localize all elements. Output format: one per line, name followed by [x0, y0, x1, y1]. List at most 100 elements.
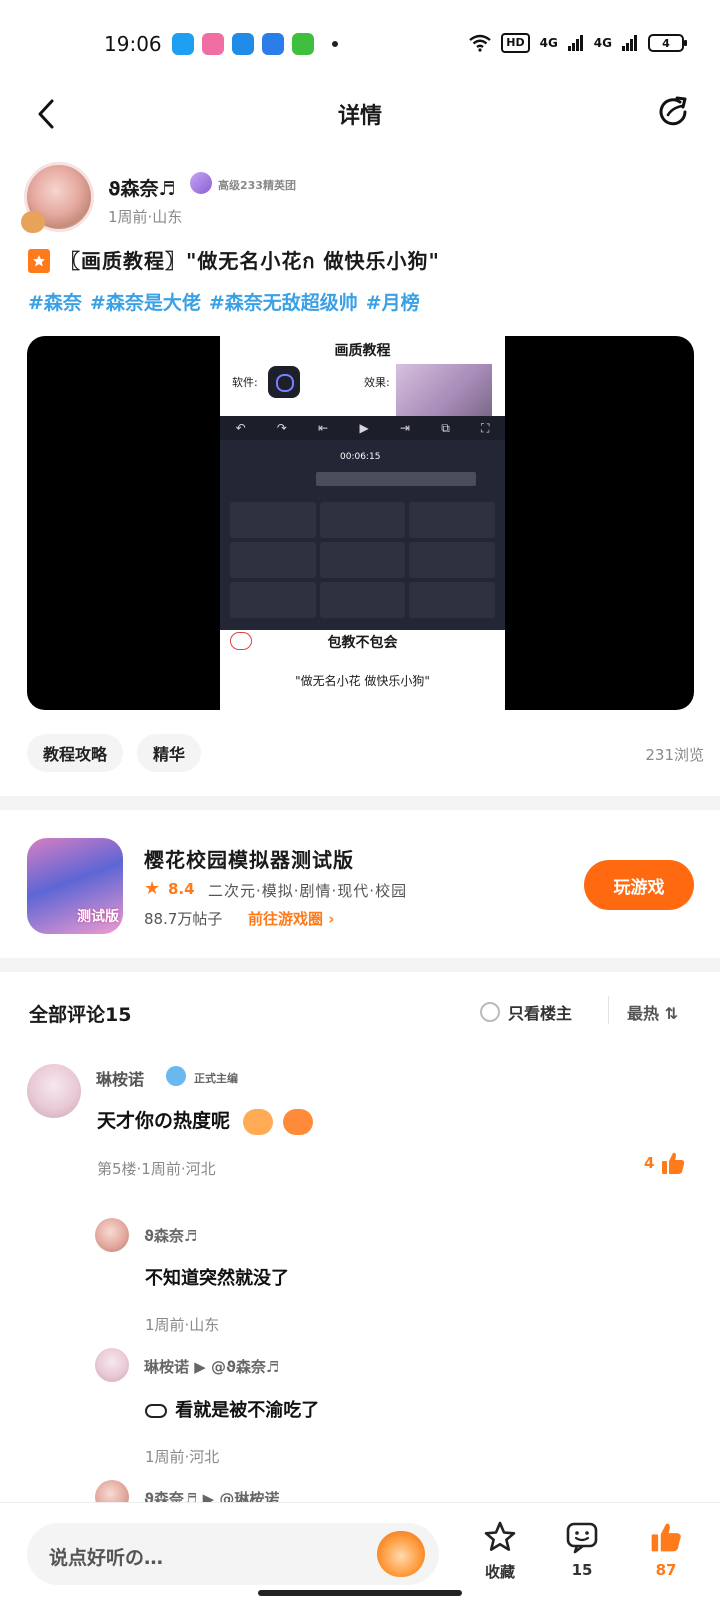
fullscreen-icon: ⛶ [480, 420, 490, 435]
editor-tool-cell [319, 502, 406, 538]
page-title: 详情 [337, 104, 382, 129]
reply-author[interactable]: 琳桉诺 ▶ @ϑ森奈♬ [144, 1356, 279, 1377]
game-card[interactable]: 测试版 樱花校园模拟器测试版 ★ 8.4 二次元·模拟·剧情·现代·校园 88.… [0, 816, 720, 958]
status-bar: 19:06 HD 4G 4G 4 [0, 0, 720, 88]
tag-link[interactable]: #月榜 [366, 288, 420, 315]
comment-text[interactable]: 天才你の热度呢 [97, 1106, 314, 1135]
comment-text-body: 天才你の热度呢 [97, 1110, 231, 1132]
chip-featured[interactable]: 精华 [137, 734, 202, 772]
sort-toggle[interactable]: 最热 ⇅ [627, 1000, 678, 1024]
reply-meta: 1周前·河北 [145, 1448, 220, 1466]
signal-icon [567, 35, 583, 51]
mascot-emoji-icon[interactable] [377, 1531, 425, 1577]
comments-count: 15 [571, 1561, 593, 1579]
share-button[interactable] [654, 92, 694, 132]
post-title: 〖画质教程〗"做无名小花ก 做快乐小狗" [60, 249, 440, 273]
skip-end-icon: ⇥ [399, 421, 410, 435]
comment-input-placeholder: 说点好听の… [49, 1547, 164, 1569]
game-genres: 二次元·模拟·剧情·现代·校园 [208, 882, 408, 900]
like-button[interactable]: 87 [636, 1517, 696, 1579]
tag-link[interactable]: #森奈 [28, 288, 82, 315]
game-name[interactable]: 樱花校园模拟器测试版 [144, 844, 354, 873]
battery-level: 4 [662, 36, 670, 50]
hd-indicator: HD [501, 33, 530, 53]
home-indicator[interactable] [258, 1590, 462, 1596]
editor-tool-cell [230, 502, 316, 538]
wechat-icon [292, 33, 314, 55]
reply-author[interactable]: ϑ森奈♬ [144, 1225, 197, 1246]
thumbs-up-icon [651, 1523, 681, 1552]
play-icon: ▶ [359, 421, 369, 435]
reply-meta: 1周前·山东 [145, 1316, 220, 1334]
post-video[interactable]: 画质教程 软件: 效果: ↶ ↷ ⇤ ▶ ⇥ ⧉ ⛶ 00:06:15 包教不包… [27, 336, 694, 710]
header-separator [608, 996, 609, 1024]
author-avatar[interactable] [21, 162, 94, 233]
video-frame: 画质教程 软件: 效果: ↶ ↷ ⇤ ▶ ⇥ ⧉ ⛶ 00:06:15 包教不包… [220, 336, 505, 710]
emoji-sticker-icon [145, 1404, 167, 1418]
reply-avatar[interactable] [95, 1348, 129, 1382]
game-icon[interactable]: 测试版 [27, 838, 123, 934]
status-app-icons [172, 33, 338, 55]
chip-tutorial[interactable]: 教程攻略 [27, 734, 124, 772]
sort-label: 最热 [627, 1004, 660, 1023]
radio-icon[interactable] [480, 1002, 500, 1022]
skip-start-icon: ⇤ [318, 421, 329, 435]
author-row[interactable]: ϑ森奈♬ 高级233精英团 1周前·山东 [21, 160, 696, 236]
battery-icon: 4 [648, 34, 687, 52]
comments-button[interactable]: 15 [552, 1517, 612, 1579]
author-rank: 高级233精英团 [218, 179, 296, 192]
status-right: HD 4G 4G 4 [469, 33, 687, 53]
signal-icon-2 [622, 35, 637, 51]
editor-timecode: 00:06:15 [340, 452, 381, 462]
reply-avatar[interactable] [95, 1218, 129, 1252]
tag-link[interactable]: #森奈无敌超级帅 [209, 288, 358, 315]
editor-tool-cell [409, 502, 495, 538]
comment-like-count: 4 [644, 1154, 655, 1172]
comment-meta: 第5楼·1周前·河北 [97, 1160, 216, 1178]
play-game-button[interactable]: 玩游戏 [584, 860, 694, 910]
only-op-toggle[interactable]: 只看楼主 [480, 1000, 572, 1024]
section-divider [0, 796, 720, 810]
favorite-button[interactable]: 收藏 [470, 1517, 530, 1582]
editor-tool-cell [319, 542, 406, 578]
comment-input[interactable]: 说点好听の… [27, 1523, 439, 1585]
comment-like-button[interactable]: 4 [644, 1150, 686, 1176]
comment-avatar[interactable] [27, 1064, 81, 1118]
reply-text[interactable]: 不知道突然就没了 [145, 1264, 289, 1290]
thumbs-up-icon [662, 1152, 685, 1174]
mascot-sticker-icon [242, 1108, 273, 1135]
network-label-1: 4G [539, 36, 558, 50]
comments-title: 全部评论15 [29, 1004, 132, 1026]
sort-icon: ⇅ [664, 1004, 678, 1023]
game-circle-link[interactable]: 前往游戏圈 › [248, 908, 334, 929]
author-name[interactable]: ϑ森奈♬ [108, 174, 176, 201]
rank-badge-icon [190, 172, 212, 194]
post-tags: #森奈 #森奈是大佬 #森奈无敌超级帅 #月榜 [28, 288, 708, 315]
tag-link[interactable]: #森奈是大佬 [90, 288, 201, 315]
copy-icon: ⧉ [441, 420, 450, 435]
bilibili-icon [202, 33, 224, 55]
page-header: 详情 [0, 88, 720, 140]
post-title-row: 〖画质教程〗"做无名小花ก 做快乐小狗" [28, 244, 708, 278]
section-divider [0, 958, 720, 972]
editor-tool-cell [319, 582, 406, 618]
bottom-action-bar: 说点好听の… 收藏 15 87 [0, 1502, 720, 1600]
editor-tool-grid [230, 502, 495, 618]
status-time: 19:06 [104, 32, 162, 56]
app-logo-icon [268, 366, 300, 398]
video-effect-label: 效果: [364, 376, 390, 389]
video-caption-quote: "做无名小花 做快乐小狗" [295, 674, 430, 688]
author-meta: 1周前·山东 [108, 208, 183, 226]
star-outline-icon [484, 1521, 516, 1551]
bookmark-star-icon [28, 249, 50, 273]
game-circle-link-label: 前往游戏圈 [248, 910, 324, 928]
chevron-right-icon: › [328, 910, 335, 928]
editor-tool-cell [230, 542, 316, 578]
editor-badge-icon [166, 1066, 186, 1086]
editor-tool-cell [409, 542, 495, 578]
comment-author[interactable]: 琳桉诺 [96, 1066, 144, 1090]
feather-icon [262, 33, 284, 55]
reply-text[interactable]: 看就是被不渝吃了 [145, 1396, 319, 1422]
editor-track [316, 472, 476, 486]
video-caption-title: 画质教程 [334, 343, 391, 359]
